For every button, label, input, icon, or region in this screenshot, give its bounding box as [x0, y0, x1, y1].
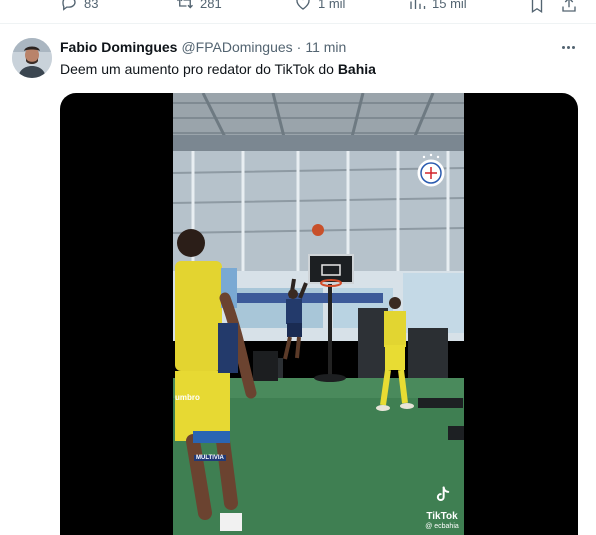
video-frame — [173, 93, 464, 535]
share-button[interactable] — [560, 0, 578, 14]
tiktok-logo-icon — [436, 486, 450, 501]
more-options-button[interactable] — [558, 37, 578, 57]
shirt-brand-text: umbro — [175, 393, 200, 402]
tiktok-username: @ ecbahia — [425, 523, 459, 530]
like-button[interactable]: 1 mil — [294, 0, 345, 12]
tweet-time[interactable]: 11 min — [305, 39, 346, 55]
tiktok-label: TikTok — [426, 511, 458, 522]
reply-button[interactable]: 83 — [60, 0, 98, 12]
bookmark-icon — [531, 0, 543, 14]
reply-count: 83 — [84, 0, 99, 11]
reply-icon — [62, 0, 76, 11]
share-icon — [562, 0, 576, 12]
views-count: 15 mil — [432, 0, 467, 11]
views-button[interactable]: 15 mil — [408, 0, 467, 12]
tweet-header: Fabio Domingues @FPADomingues · 11 min — [60, 39, 346, 55]
views-icon — [410, 0, 426, 9]
tweet-video[interactable]: umbro MULTIVIA TikTok @ ecbahia — [60, 93, 578, 535]
avatar[interactable] — [12, 38, 52, 78]
shorts-sponsor-text: MULTIVIA — [194, 455, 226, 461]
more-icon-dot — [566, 45, 570, 49]
like-count: 1 mil — [318, 0, 346, 11]
tweet[interactable]: Fabio Domingues @FPADomingues · 11 min D… — [0, 25, 596, 535]
retweet-button[interactable]: 281 — [176, 0, 222, 12]
heart-icon — [296, 0, 310, 10]
author-handle[interactable]: @FPADomingues — [181, 39, 292, 55]
more-icon-dot — [571, 45, 575, 49]
retweet-icon — [177, 0, 193, 9]
more-icon — [561, 45, 565, 49]
tweet-text: Deem um aumento pro redator do TikTok do… — [60, 61, 376, 77]
author-name[interactable]: Fabio Domingues — [60, 39, 177, 55]
tweet-text-bold: Bahia — [337, 61, 376, 77]
retweet-count: 281 — [200, 0, 222, 11]
tweet-actions-bar: 83 281 1 mil 15 mil — [0, 0, 596, 24]
tiktok-watermark: TikTok @ ecbahia — [420, 485, 464, 530]
separator-dot: · — [296, 39, 302, 55]
bookmark-button[interactable] — [528, 0, 546, 14]
tweet-text-body: Deem um aumento pro redator do TikTok do — [60, 61, 338, 77]
